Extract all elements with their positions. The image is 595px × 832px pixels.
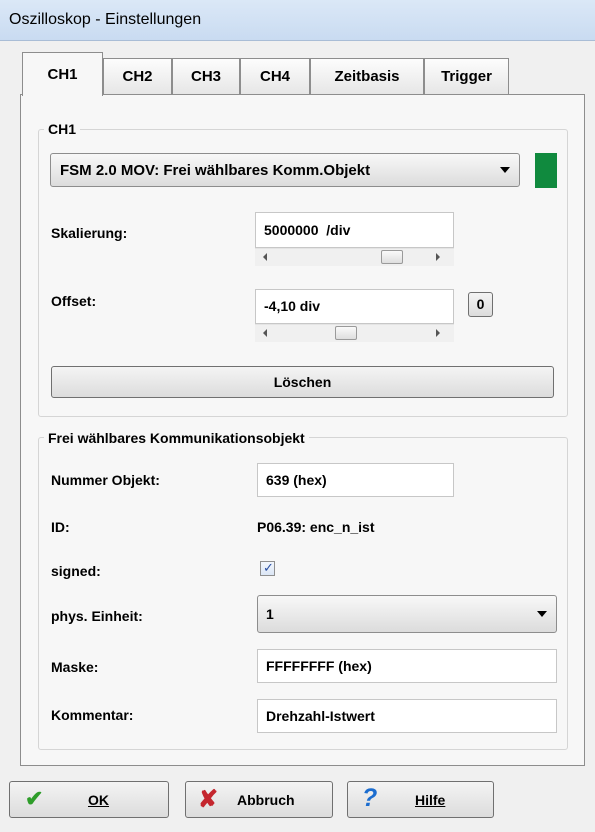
signed-checkbox[interactable]: ✓	[260, 560, 275, 576]
cancel-button[interactable]: ✘ Abbruch	[185, 781, 333, 818]
scroll-left-icon[interactable]	[263, 329, 267, 337]
id-value: P06.39: enc_n_ist	[257, 519, 375, 535]
scaling-label: Skalierung:	[51, 225, 128, 241]
offset-input[interactable]: -4,10 div	[255, 289, 454, 324]
offset-value: -4,10 div	[264, 298, 321, 314]
help-button-label: Hilfe	[415, 792, 446, 808]
scroll-left-icon[interactable]	[263, 253, 267, 261]
clear-button-label: Löschen	[273, 374, 332, 390]
tab-ch4[interactable]: CH4	[240, 58, 310, 94]
offset-scroll-thumb[interactable]	[335, 326, 357, 340]
id-label: ID:	[51, 519, 70, 535]
mask-value: FFFFFFFF (hex)	[266, 658, 372, 674]
window-title: Oszilloskop - Einstellungen	[9, 11, 202, 28]
comm-object-group-title: Frei wählbares Kommunikationsobjekt	[44, 430, 309, 446]
x-icon: ✘	[198, 786, 219, 813]
tab-trigger[interactable]: Trigger	[424, 58, 509, 94]
signal-select[interactable]: FSM 2.0 MOV: Frei wählbares Komm.Objekt	[50, 153, 520, 187]
unit-select-value: 1	[266, 606, 274, 622]
signed-label: signed:	[51, 563, 101, 579]
cancel-button-label: Abbruch	[237, 792, 295, 808]
chevron-down-icon	[537, 611, 547, 617]
object-number-input[interactable]: 639 (hex)	[257, 463, 454, 497]
question-icon: ?	[362, 784, 378, 812]
scroll-right-icon[interactable]	[436, 329, 440, 337]
scroll-right-icon[interactable]	[436, 253, 440, 261]
object-number-label: Nummer Objekt:	[51, 472, 160, 488]
unit-select[interactable]: 1	[257, 595, 557, 633]
tab-ch3[interactable]: CH3	[172, 58, 240, 94]
tab-ch1[interactable]: CH1	[22, 52, 103, 96]
scaling-value: 5000000 /div	[264, 222, 351, 238]
scaling-scrollbar[interactable]	[255, 248, 454, 266]
tab-ch2[interactable]: CH2	[103, 58, 172, 94]
offset-scrollbar[interactable]	[255, 324, 454, 342]
object-number-value: 639 (hex)	[266, 472, 327, 488]
tab-panel: CH1 FSM 2.0 MOV: Frei wählbares Komm.Obj…	[20, 94, 585, 766]
ok-button-label: OK	[88, 792, 109, 808]
mask-input[interactable]: FFFFFFFF (hex)	[257, 649, 557, 683]
chevron-down-icon	[500, 167, 510, 173]
checkmark-icon: ✓	[263, 560, 274, 575]
mask-label: Maske:	[51, 659, 99, 675]
scaling-input[interactable]: 5000000 /div	[255, 212, 454, 248]
comment-input[interactable]: Drehzahl-Istwert	[257, 699, 557, 733]
zero-button-label: 0	[476, 296, 485, 312]
zero-offset-button[interactable]: 0	[468, 292, 493, 317]
unit-label: phys. Einheit:	[51, 608, 143, 624]
check-icon: ✔	[25, 786, 44, 811]
scaling-scroll-thumb[interactable]	[381, 250, 403, 264]
title-bar: Oszilloskop - Einstellungen	[0, 0, 595, 41]
ch1-group-title: CH1	[44, 121, 81, 137]
comment-value: Drehzahl-Istwert	[266, 708, 375, 724]
ok-button[interactable]: ✔ OK	[9, 781, 169, 818]
channel-color-swatch[interactable]	[535, 153, 557, 188]
comment-label: Kommentar:	[51, 707, 134, 723]
signal-select-value: FSM 2.0 MOV: Frei wählbares Komm.Objekt	[60, 162, 371, 179]
tab-zeitbasis[interactable]: Zeitbasis	[310, 58, 424, 94]
help-button[interactable]: ? Hilfe	[347, 781, 494, 818]
offset-label: Offset:	[51, 293, 97, 309]
clear-button[interactable]: Löschen	[51, 366, 554, 398]
